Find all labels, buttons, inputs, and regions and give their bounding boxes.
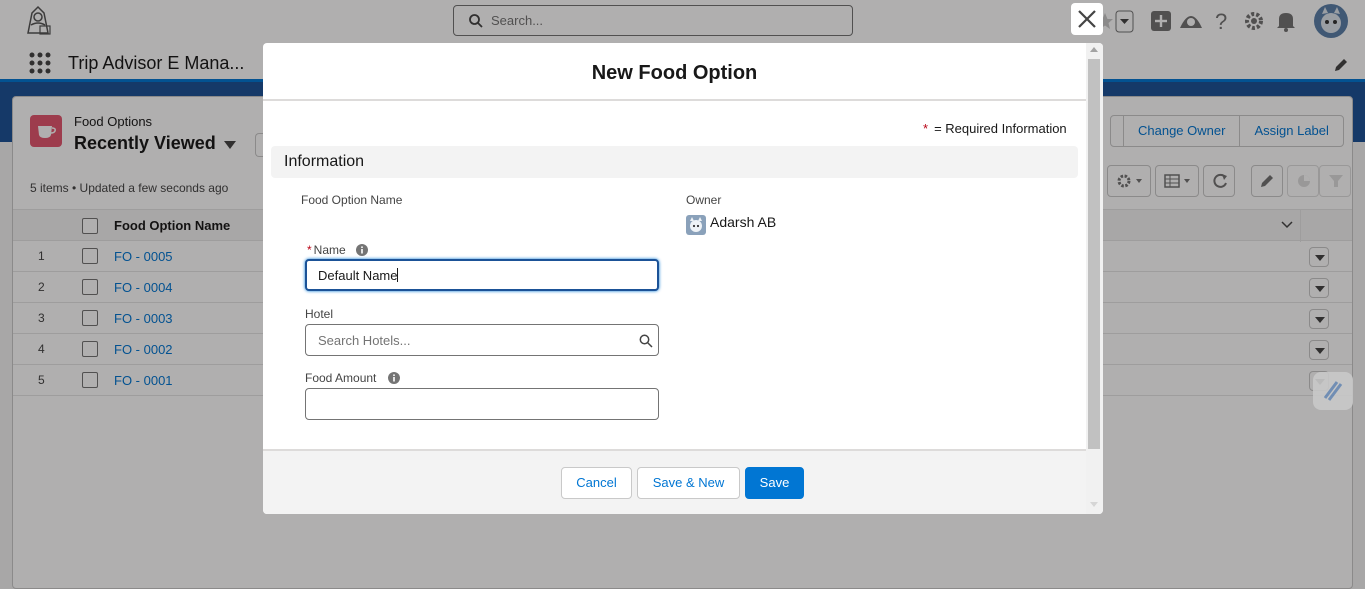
new-food-option-modal: New Food Option * = Required Information … <box>263 43 1103 514</box>
required-asterisk: * <box>307 243 312 257</box>
required-information-text: = Required Information <box>934 121 1067 136</box>
scroll-up-arrow-icon[interactable] <box>1090 47 1098 52</box>
name-input[interactable]: Default Name <box>305 259 659 291</box>
modal-scrollbar[interactable] <box>1086 43 1103 514</box>
food-amount-label: Food Amount <box>305 371 377 385</box>
required-information-note: * = Required Information <box>923 121 1067 136</box>
save-button[interactable]: Save <box>745 467 804 499</box>
scroll-thumb[interactable] <box>1088 59 1100 449</box>
info-icon[interactable] <box>388 372 400 384</box>
modal-footer: Cancel Save & New Save <box>263 449 1086 514</box>
scroll-down-arrow-icon[interactable] <box>1090 502 1098 507</box>
cancel-button[interactable]: Cancel <box>561 467 632 499</box>
hotel-label: Hotel <box>305 307 334 321</box>
name-input-value: Default Name <box>318 268 399 283</box>
close-icon <box>1078 10 1096 28</box>
modal-title: New Food Option <box>591 62 758 84</box>
food-option-name-label: Food Option Name <box>301 193 403 207</box>
search-icon <box>639 334 653 348</box>
name-input-text: Default Name <box>318 268 398 283</box>
hotel-lookup-input[interactable]: Search Hotels... <box>305 324 659 356</box>
information-section-header[interactable]: Information <box>271 146 1078 178</box>
owner-label: Owner <box>686 193 722 207</box>
owner-avatar-icon <box>686 215 706 235</box>
food-amount-input[interactable] <box>305 388 659 420</box>
save-and-new-button[interactable]: Save & New <box>637 467 740 499</box>
name-field-label: * Name <box>307 243 346 257</box>
help-widget-icon[interactable] <box>1313 372 1353 410</box>
required-asterisk: * <box>923 121 929 136</box>
info-icon[interactable] <box>356 244 368 256</box>
owner-value[interactable]: Adarsh AB <box>710 214 776 230</box>
modal-header: New Food Option <box>263 43 1086 101</box>
name-label-text: Name <box>313 243 346 257</box>
close-modal-button[interactable] <box>1071 3 1103 35</box>
section-title: Information <box>284 153 365 170</box>
hotel-placeholder: Search Hotels... <box>318 333 411 348</box>
text-cursor <box>397 268 399 282</box>
